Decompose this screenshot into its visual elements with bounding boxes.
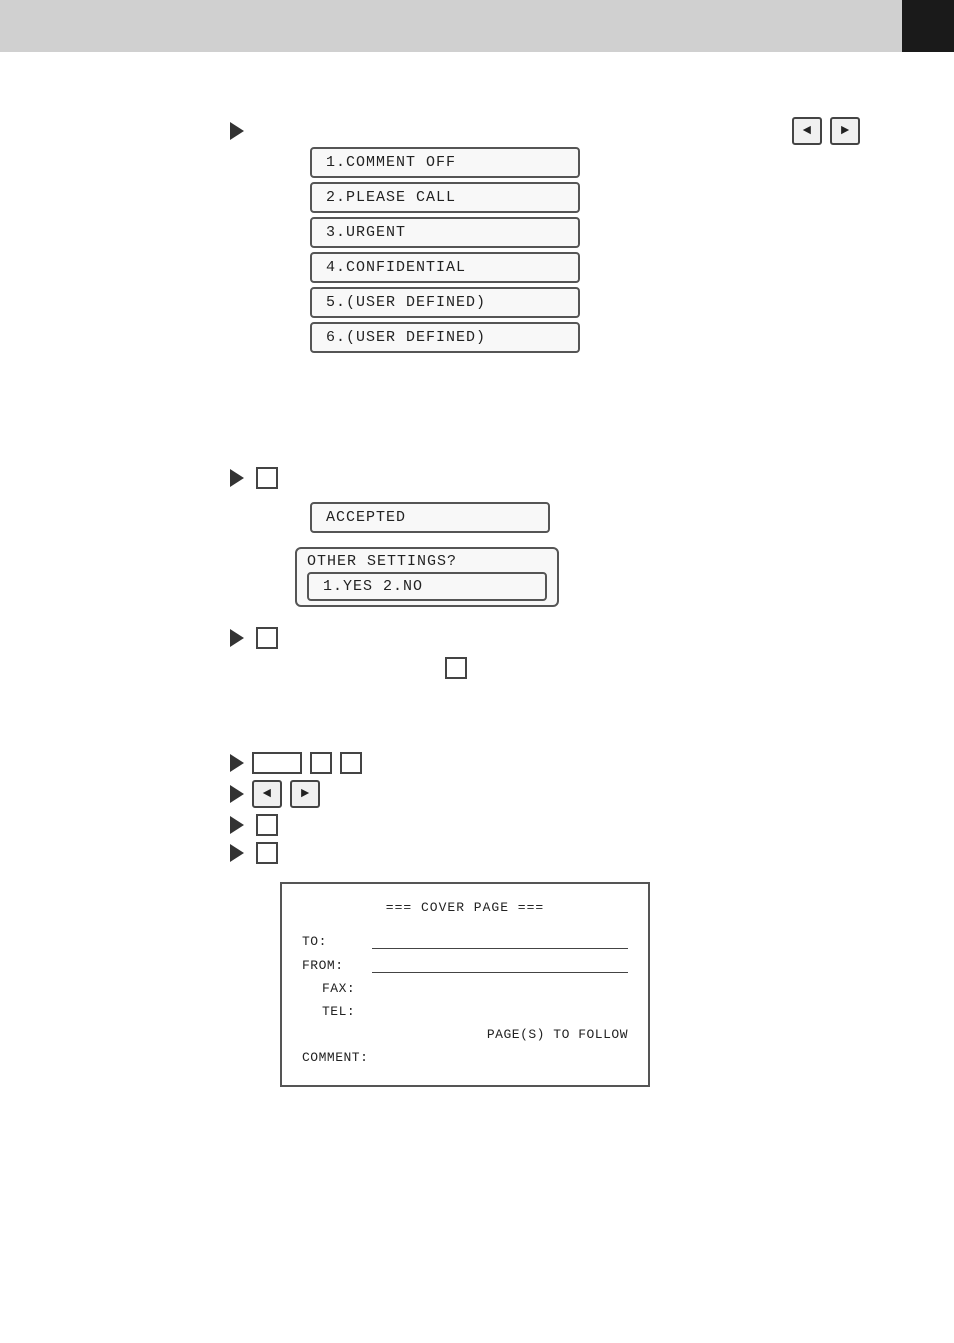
arrow-indicator-top (230, 122, 244, 140)
input-box-3[interactable] (340, 752, 362, 774)
arrow-indicator-6 (230, 816, 244, 834)
cover-comment-row: COMMENT: (302, 1050, 628, 1065)
three-boxes-row (230, 752, 362, 774)
other-settings-options[interactable]: 1.YES 2.NO (307, 572, 547, 601)
cover-from-label: FROM: (302, 958, 372, 973)
cover-comment-label: COMMENT: (302, 1050, 368, 1065)
menu-list: 1.COMMENT OFF 2.PLEASE CALL 3.URGENT 4.C… (310, 147, 580, 357)
accepted-display: ACCEPTED (310, 502, 550, 533)
input-box-2[interactable] (310, 752, 332, 774)
checkbox-1[interactable] (256, 467, 278, 489)
menu-item-6[interactable]: 6.(USER DEFINED) (310, 322, 580, 353)
cover-fax-label: FAX: (302, 981, 372, 996)
cover-tel-label: TEL: (302, 1004, 372, 1019)
header-bar (0, 0, 954, 52)
arrow-indicator-2 (230, 469, 244, 487)
nav-next-button-2[interactable]: ► (290, 780, 320, 808)
checkbox-3[interactable] (445, 657, 467, 679)
cover-from-line (372, 957, 628, 973)
cover-to-row: TO: (302, 933, 628, 949)
nav-buttons-row: ◄ ► (230, 780, 362, 808)
other-settings-question: OTHER SETTINGS? (307, 553, 547, 570)
cover-pages-label: PAGE(S) TO FOLLOW (487, 1027, 628, 1042)
menu-item-1[interactable]: 1.COMMENT OFF (310, 147, 580, 178)
menu-item-3[interactable]: 3.URGENT (310, 217, 580, 248)
nav-prev-button-2[interactable]: ◄ (252, 780, 282, 808)
nav-next-button[interactable]: ► (830, 117, 860, 145)
arrow-indicator-3 (230, 629, 244, 647)
menu-item-2[interactable]: 2.PLEASE CALL (310, 182, 580, 213)
menu-item-5[interactable]: 5.(USER DEFINED) (310, 287, 580, 318)
input-box-1[interactable] (252, 752, 302, 774)
checkbox-5[interactable] (256, 842, 278, 864)
checkbox-2[interactable] (256, 627, 278, 649)
menu-item-4[interactable]: 4.CONFIDENTIAL (310, 252, 580, 283)
cover-page-preview: === COVER PAGE === TO: FROM: FAX: TEL: P… (280, 882, 650, 1087)
nav-prev-button[interactable]: ◄ (792, 117, 822, 145)
header-accent-box (902, 0, 954, 52)
cover-from-row: FROM: (302, 957, 628, 973)
cover-to-line (372, 933, 628, 949)
checkbox-4[interactable] (256, 814, 278, 836)
arrow-indicator-4 (230, 754, 244, 772)
cover-page-title: === COVER PAGE === (302, 900, 628, 915)
arrow-indicator-5 (230, 785, 244, 803)
cover-to-label: TO: (302, 934, 372, 949)
arrow-indicator-7 (230, 844, 244, 862)
cover-fax-row: FAX: (302, 981, 628, 996)
cover-tel-row: TEL: (302, 1004, 628, 1019)
other-settings-container: OTHER SETTINGS? 1.YES 2.NO (295, 547, 559, 607)
cover-pages-row: PAGE(S) TO FOLLOW (302, 1027, 628, 1042)
